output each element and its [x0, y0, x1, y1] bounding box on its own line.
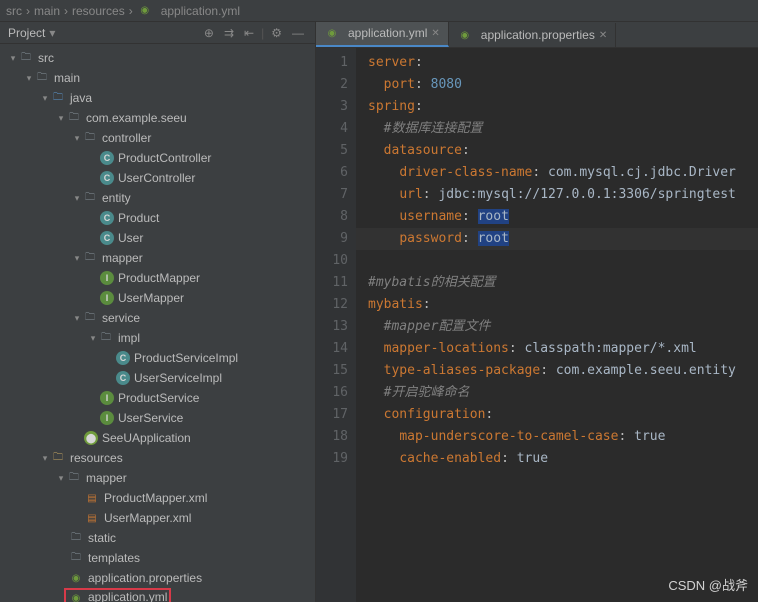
yml-icon: ◉ [68, 590, 84, 602]
tree-node-main[interactable]: ▾🗀main [0, 68, 315, 88]
tree-node-interface[interactable]: IUserService [0, 408, 315, 428]
watermark: CSDN @战斧 [668, 575, 748, 594]
sidebar-title: Project [8, 26, 45, 40]
view-options-icon[interactable]: ⇉ [221, 26, 237, 40]
tree-node-src[interactable]: ▾🗀src [0, 48, 315, 68]
class-icon: C [100, 151, 114, 165]
tree-node-xml[interactable]: ▤ProductMapper.xml [0, 488, 315, 508]
sidebar-header: Project ▾ ⊕ ⇉ ⇤ | ⚙ — [0, 22, 315, 44]
xml-icon: ▤ [84, 490, 100, 506]
tree-node-java[interactable]: ▾🗀java [0, 88, 315, 108]
class-icon: C [100, 211, 114, 225]
class-icon: C [116, 371, 130, 385]
class-icon: C [100, 231, 114, 245]
tree-node-entity[interactable]: ▾🗀entity [0, 188, 315, 208]
tree-node-xml[interactable]: ▤UserMapper.xml [0, 508, 315, 528]
close-icon[interactable]: ✕ [431, 28, 439, 39]
line-gutter: 12345678910111213141516171819 [316, 48, 356, 602]
tree-node-class[interactable]: CUser [0, 228, 315, 248]
editor-body[interactable]: 12345678910111213141516171819 server: po… [316, 48, 758, 602]
code-content[interactable]: server: port: 8080 spring: #数据库连接配置 data… [356, 48, 758, 602]
interface-icon: I [100, 271, 114, 285]
locate-icon[interactable]: ⊕ [201, 26, 217, 40]
tree-node-interface[interactable]: IProductService [0, 388, 315, 408]
breadcrumb-part[interactable]: src [6, 4, 22, 18]
close-icon[interactable]: ✕ [599, 30, 607, 41]
interface-icon: I [100, 291, 114, 305]
tree-node-class[interactable]: ⬤SeeUApplication [0, 428, 315, 448]
breadcrumb-part[interactable]: application.yml [161, 4, 240, 18]
class-icon: C [100, 171, 114, 185]
breadcrumb: src › main › resources › ◉ application.y… [0, 0, 758, 22]
breadcrumb-part[interactable]: main [34, 4, 60, 18]
breadcrumb-part[interactable]: resources [72, 4, 125, 18]
tab-label: application.properties [481, 28, 595, 42]
tree-node-class[interactable]: CProductServiceImpl [0, 348, 315, 368]
tree-node-service[interactable]: ▾🗀service [0, 308, 315, 328]
class-icon: C [116, 351, 130, 365]
interface-icon: I [100, 391, 114, 405]
spring-app-icon: ⬤ [84, 431, 98, 445]
yml-icon: ◉ [324, 25, 340, 41]
tree-node-mapper[interactable]: ▾🗀mapper [0, 248, 315, 268]
yml-icon: ◉ [137, 3, 153, 19]
tab-application-properties[interactable]: ◉ application.properties ✕ [449, 23, 616, 47]
tree-node-package[interactable]: ▾🗀com.example.seeu [0, 108, 315, 128]
interface-icon: I [100, 411, 114, 425]
tree-node-class[interactable]: CProductController [0, 148, 315, 168]
tree-node-interface[interactable]: IUserMapper [0, 288, 315, 308]
tree-node-folder[interactable]: 🗀static [0, 528, 315, 548]
tree-node-properties[interactable]: ◉application.properties [0, 568, 315, 588]
settings-icon[interactable]: ⚙ [268, 26, 285, 40]
properties-icon: ◉ [457, 27, 473, 43]
tree-node-yml[interactable]: ◉application.yml [0, 588, 315, 602]
hide-icon[interactable]: — [289, 26, 307, 40]
editor-tabs: ◉ application.yml ✕ ◉ application.proper… [316, 22, 758, 48]
tree-node-resources[interactable]: ▾🗀resources [0, 448, 315, 468]
tree-node-interface[interactable]: IProductMapper [0, 268, 315, 288]
editor-area: ◉ application.yml ✕ ◉ application.proper… [316, 22, 758, 602]
properties-icon: ◉ [68, 570, 84, 586]
xml-icon: ▤ [84, 510, 100, 526]
tree-node-impl[interactable]: ▾🗀impl [0, 328, 315, 348]
project-sidebar: Project ▾ ⊕ ⇉ ⇤ | ⚙ — ▾🗀src ▾🗀main ▾🗀jav… [0, 22, 316, 602]
tab-label: application.yml [348, 26, 427, 40]
tree-node-class[interactable]: CProduct [0, 208, 315, 228]
project-tree: ▾🗀src ▾🗀main ▾🗀java ▾🗀com.example.seeu ▾… [0, 44, 315, 602]
tree-node-folder[interactable]: 🗀templates [0, 548, 315, 568]
tree-node-class[interactable]: CUserServiceImpl [0, 368, 315, 388]
tab-application-yml[interactable]: ◉ application.yml ✕ [316, 22, 449, 47]
tree-node-controller[interactable]: ▾🗀controller [0, 128, 315, 148]
tree-node-class[interactable]: CUserController [0, 168, 315, 188]
tree-node-folder[interactable]: ▾🗀mapper [0, 468, 315, 488]
collapse-icon[interactable]: ⇤ [241, 26, 257, 40]
